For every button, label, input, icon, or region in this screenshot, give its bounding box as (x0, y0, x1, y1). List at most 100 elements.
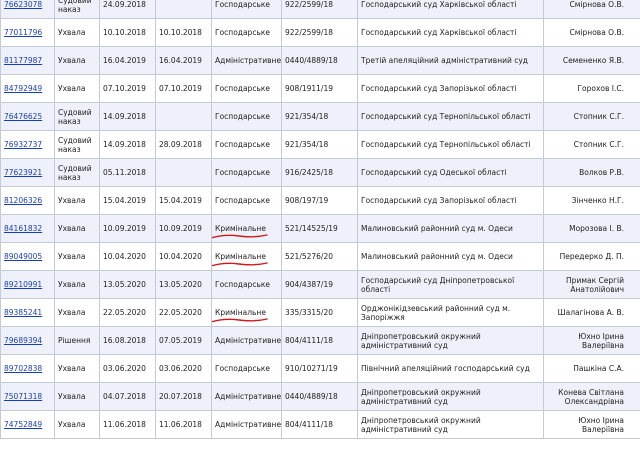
table-row: 81206326 Ухвала 15.04.2019 15.04.2019 Господ… (0, 186, 640, 215)
decision-id-link[interactable]: 89385241 (4, 308, 42, 317)
decision-id-link-cell[interactable]: 79689394 (0, 326, 55, 355)
decision-id-link[interactable]: 76623078 (4, 0, 42, 9)
decision-date: 04.07.2018 (103, 392, 146, 401)
case-number: 0440/4889/18 (285, 56, 338, 65)
proceeding-form-cell: Господарське (211, 186, 282, 215)
decision-date-cell: 05.11.2018 (99, 158, 156, 187)
decision-id-link-cell[interactable]: 89210991 (0, 270, 55, 299)
court-name-cell: Дніпропетровський окружний адміністратив… (357, 410, 544, 439)
court-name: Господарський суд Одеської області (361, 168, 507, 177)
judge-name: Стопник С.Г. (573, 112, 624, 121)
decision-date: 07.10.2019 (103, 84, 146, 93)
table-row: 89049005 Ухвала 10.04.2020 10.04.2020 Кримін… (0, 242, 640, 271)
court-name-cell: Дніпропетровський окружний адміністратив… (357, 326, 544, 355)
judge-name: Волков Р.В. (579, 168, 624, 177)
decision-date-cell: 24.09.2018 (99, 0, 156, 19)
decision-date: 11.06.2018 (103, 420, 146, 429)
case-number: 904/4387/19 (285, 280, 333, 289)
decision-type-cell: Ухвала (54, 74, 100, 103)
decision-date-cell: 13.05.2020 (99, 270, 156, 299)
decision-id-link-cell[interactable]: 77623921 (0, 158, 55, 187)
decision-id-link[interactable]: 79689394 (4, 336, 42, 345)
court-name-cell: Малиновський районний суд м. Одеси (357, 214, 544, 243)
table-row: 89210991 Ухвала 13.05.2020 13.05.2020 Господ… (0, 270, 640, 299)
decision-type: Ухвала (58, 224, 86, 233)
table-row: 75071318 Ухвала 04.07.2018 20.07.2018 Адміні… (0, 382, 640, 411)
decision-id-link-cell[interactable]: 74752849 (0, 410, 55, 439)
red-underline-annotation (212, 318, 268, 323)
decision-id-link[interactable]: 76932737 (4, 140, 42, 149)
registration-date: 13.05.2020 (159, 280, 202, 289)
decision-id-link[interactable]: 74752849 (4, 420, 42, 429)
decision-id-link-cell[interactable]: 77011796 (0, 18, 55, 47)
table-row: 81177987 Ухвала 16.04.2019 16.04.2019 Адміні… (0, 46, 640, 75)
decision-type: Ухвала (58, 308, 86, 317)
decision-id-link[interactable]: 89702838 (4, 364, 42, 373)
judge-name-cell: Пашкіна С.А. (543, 354, 640, 383)
court-name: Господарський суд Дніпропетровської обла… (361, 275, 515, 294)
decision-id-link[interactable]: 89049005 (4, 252, 42, 261)
court-name-cell: Господарський суд Харківської області (357, 0, 544, 19)
decision-type: Ухвала (58, 280, 86, 289)
decision-date: 10.04.2020 (103, 252, 146, 261)
table-row: 89702838 Ухвала 03.06.2020 03.06.2020 Господ… (0, 354, 640, 383)
proceeding-form-cell: Господарське (211, 270, 282, 299)
decision-id-link-cell[interactable]: 89702838 (0, 354, 55, 383)
decision-id-link[interactable]: 76476625 (4, 112, 42, 121)
registration-date: 20.07.2018 (159, 392, 202, 401)
case-number: 922/2599/18 (285, 0, 333, 9)
proceeding-form: Господарське (215, 280, 271, 289)
registration-date-cell: 15.04.2019 (155, 186, 212, 215)
court-name-cell: Третій апеляційний адміністративний суд (357, 46, 544, 75)
decision-id-link[interactable]: 84161832 (4, 224, 42, 233)
decision-type-cell: Ухвала (54, 382, 100, 411)
table-row: 77623921 Судовий наказ 05.11.2018 Господарс… (0, 158, 640, 187)
decision-id-link[interactable]: 89210991 (4, 280, 42, 289)
decision-id-link-cell[interactable]: 84161832 (0, 214, 55, 243)
registration-date: 11.06.2018 (159, 420, 202, 429)
decision-id-link[interactable]: 84792949 (4, 84, 42, 93)
decision-type-cell: Ухвала (54, 354, 100, 383)
judge-name-cell: Передерко Д. П. (543, 242, 640, 271)
decision-id-link[interactable]: 77623921 (4, 168, 42, 177)
decision-id-link-cell[interactable]: 81206326 (0, 186, 55, 215)
court-name: Господарський суд Запорізької області (361, 196, 517, 205)
judge-name: Стопник С.Г. (573, 140, 624, 149)
proceeding-form: Адміністративне (215, 392, 282, 401)
decision-id-link-cell[interactable]: 76476625 (0, 102, 55, 131)
case-number-cell: 908/197/19 (281, 186, 358, 215)
decision-type-cell: Ухвала (54, 46, 100, 75)
decision-date: 16.08.2018 (103, 336, 146, 345)
court-name: Дніпропетровський окружний адміністратив… (361, 331, 481, 350)
proceeding-form-cell: Адміністративне (211, 326, 282, 355)
red-underline-annotation (212, 234, 268, 239)
decision-id-link[interactable]: 75071318 (4, 392, 42, 401)
decision-id-link-cell[interactable]: 89049005 (0, 242, 55, 271)
registration-date: 07.10.2019 (159, 84, 202, 93)
decision-id-link[interactable]: 81177987 (4, 56, 42, 65)
judge-name: Примак Сергій Анатолійович (566, 275, 624, 294)
decision-type: Ухвала (58, 196, 86, 205)
decision-id-link-cell[interactable]: 76932737 (0, 130, 55, 159)
decision-type: Ухвала (58, 56, 86, 65)
registration-date: 10.09.2019 (159, 224, 202, 233)
judge-name-cell: Волков Р.В. (543, 158, 640, 187)
decision-id-link-cell[interactable]: 89385241 (0, 298, 55, 327)
decision-id-link-cell[interactable]: 75071318 (0, 382, 55, 411)
decision-id-link[interactable]: 81206326 (4, 196, 42, 205)
court-name-cell: Дніпропетровський окружний адміністратив… (357, 382, 544, 411)
case-number-cell: 521/14525/19 (281, 214, 358, 243)
decision-date: 03.06.2020 (103, 364, 146, 373)
decision-id-link-cell[interactable]: 76623078 (0, 0, 55, 19)
decision-type-cell: Ухвала (54, 270, 100, 299)
decision-id-link-cell[interactable]: 84792949 (0, 74, 55, 103)
decision-date-cell: 22.05.2020 (99, 298, 156, 327)
registration-date: 03.06.2020 (159, 364, 202, 373)
court-name-cell: Господарський суд Харківської області (357, 18, 544, 47)
court-name-cell: Малиновський районний суд м. Одеси (357, 242, 544, 271)
decision-id-link-cell[interactable]: 81177987 (0, 46, 55, 75)
decision-date-cell: 16.08.2018 (99, 326, 156, 355)
decision-type-cell: Ухвала (54, 242, 100, 271)
decision-type-cell: Ухвала (54, 18, 100, 47)
decision-id-link[interactable]: 77011796 (4, 28, 42, 37)
